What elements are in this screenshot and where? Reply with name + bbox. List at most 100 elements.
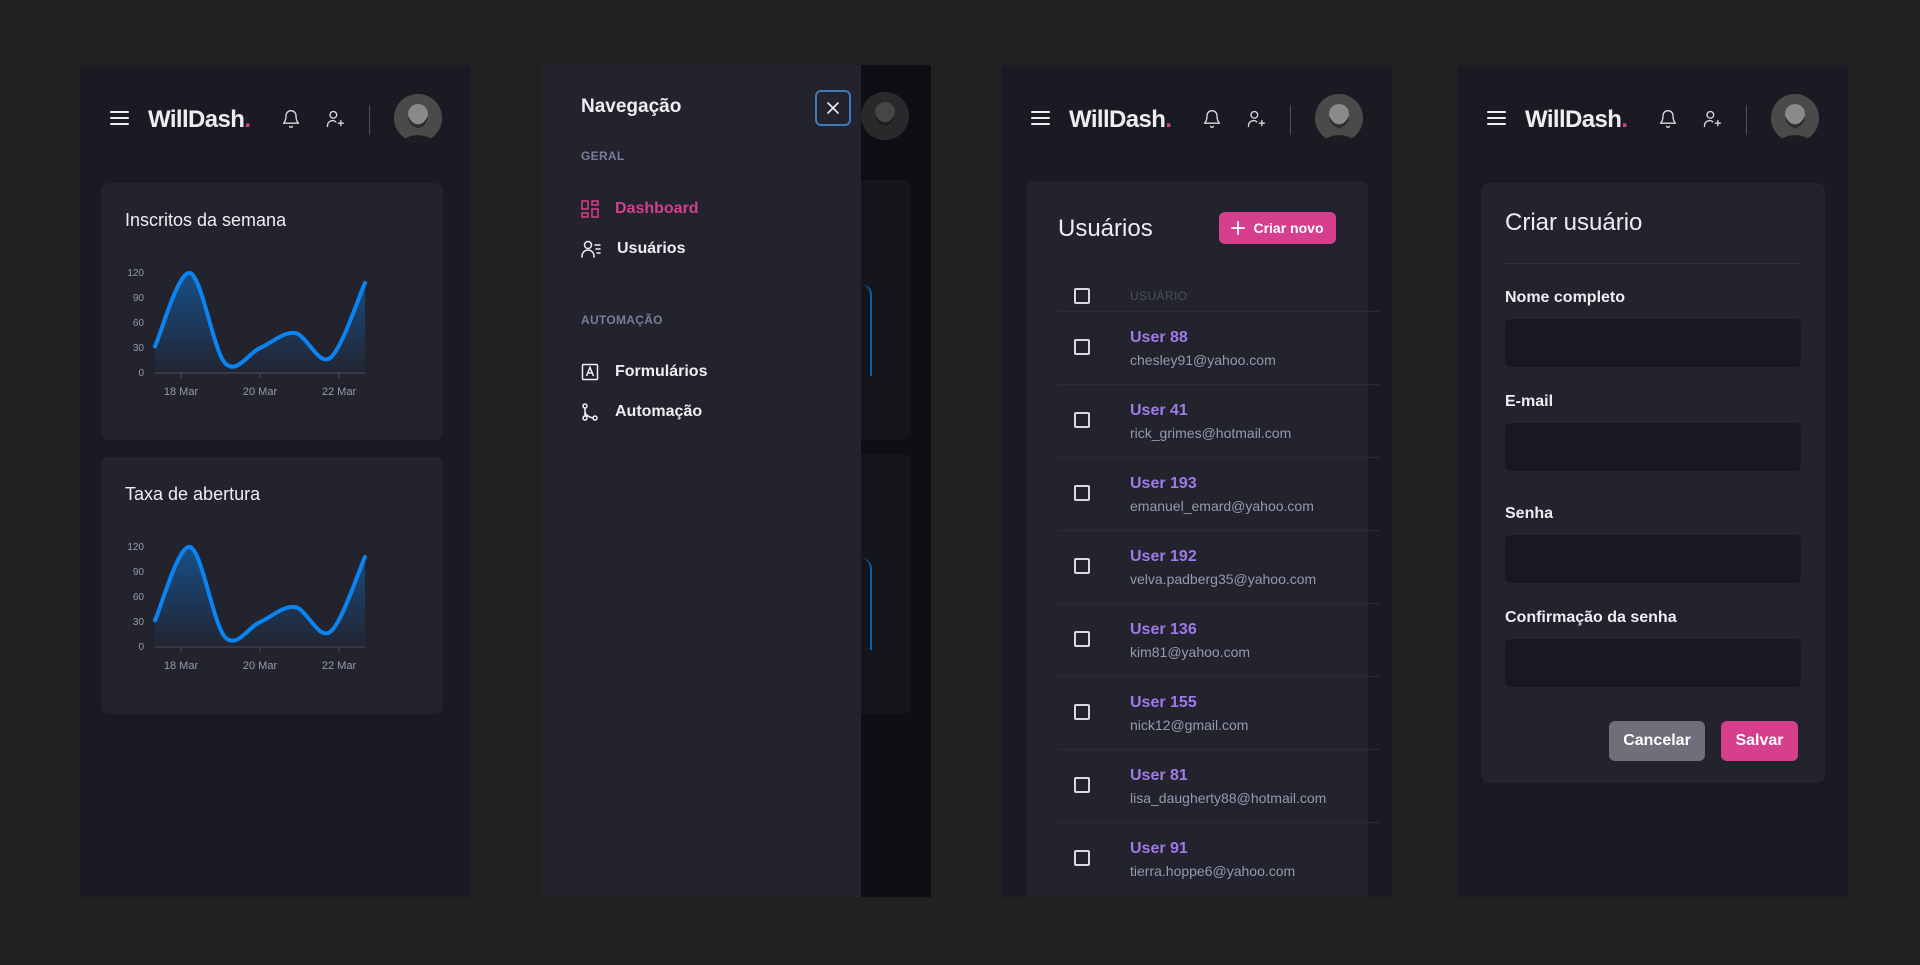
save-label: Salvar xyxy=(1735,732,1784,749)
nav-section-label: GERAL xyxy=(581,149,625,163)
chart-area-fill xyxy=(155,546,365,647)
bell-icon[interactable] xyxy=(1202,109,1222,129)
user-email: nick12@gmail.com xyxy=(1130,717,1249,733)
nav-item-label: Automação xyxy=(615,403,703,420)
row-checkbox[interactable] xyxy=(1074,558,1090,574)
nav-item-users[interactable]: Usuários xyxy=(581,237,685,261)
header-divider xyxy=(1290,105,1291,135)
y-tick-label: 120 xyxy=(127,268,144,279)
form-icon xyxy=(581,363,599,381)
user-name[interactable]: User 136 xyxy=(1130,621,1197,639)
row-checkbox[interactable] xyxy=(1074,777,1090,793)
email-input[interactable] xyxy=(1505,423,1801,471)
table-row[interactable]: User 88 chesley91@yahoo.com xyxy=(1058,311,1379,384)
password-label: Senha xyxy=(1505,505,1554,522)
dashboard-grid-icon xyxy=(581,200,599,218)
logo-dot: . xyxy=(1165,106,1172,133)
table-row[interactable]: User 81 lisa_daugherty88@hotmail.com xyxy=(1058,749,1379,822)
logo-dot: . xyxy=(244,106,251,133)
nav-item-automation[interactable]: Automação xyxy=(581,400,702,424)
password-confirm-input[interactable] xyxy=(1505,639,1801,687)
logo-text: WillDash xyxy=(148,106,245,133)
row-checkbox[interactable] xyxy=(1074,704,1090,720)
user-name[interactable]: User 81 xyxy=(1130,767,1188,785)
dashboard-screen: WillDash. Inscritos da semana 0 30 60 90 120… xyxy=(80,65,471,897)
header: WillDash. xyxy=(80,93,471,149)
table-row[interactable]: User 193 emanuel_emard@yahoo.com xyxy=(1058,457,1379,530)
header: WillDash. xyxy=(1001,93,1392,149)
header-divider xyxy=(1746,105,1747,135)
table-row[interactable]: User 192 velva.padberg35@yahoo.com xyxy=(1058,530,1379,603)
table-row[interactable]: User 155 nick12@gmail.com xyxy=(1058,676,1379,749)
create-user-screen: WillDash. Criar usuário Nome completo E-… xyxy=(1457,65,1848,897)
users-list-icon xyxy=(581,240,601,258)
bell-icon[interactable] xyxy=(1658,109,1678,129)
user-name[interactable]: User 41 xyxy=(1130,402,1188,420)
logo-dot: . xyxy=(1621,106,1628,133)
area-chart: 0 30 60 90 120 18 Mar 20 Mar 22 Mar xyxy=(127,268,367,398)
user-name[interactable]: User 88 xyxy=(1130,329,1188,347)
nav-item-label: Dashboard xyxy=(615,200,699,217)
backdrop-chart-ghost xyxy=(861,284,872,376)
column-header-user: USUÁRIO xyxy=(1130,289,1188,303)
user-email: chesley91@yahoo.com xyxy=(1130,352,1276,368)
nav-item-dashboard[interactable]: Dashboard xyxy=(581,197,699,221)
y-tick-label: 0 xyxy=(138,642,144,653)
menu-icon[interactable] xyxy=(110,110,130,126)
nav-item-label: Usuários xyxy=(617,240,686,257)
create-user-card: Criar usuário Nome completo E-mail Senha… xyxy=(1481,183,1825,783)
avatar[interactable] xyxy=(1771,94,1819,142)
form-divider xyxy=(1505,263,1801,264)
user-plus-icon[interactable] xyxy=(1246,109,1266,129)
backdrop-overlay[interactable] xyxy=(861,65,931,897)
email-label: E-mail xyxy=(1505,393,1554,410)
row-checkbox[interactable] xyxy=(1074,631,1090,647)
avatar-image xyxy=(394,94,442,142)
avatar-image xyxy=(861,92,909,140)
bell-icon[interactable] xyxy=(281,109,301,129)
x-tick-label: 20 Mar xyxy=(243,660,278,672)
nav-drawer: Navegação GERAL Dashboard Usuários AUTOM… xyxy=(541,65,861,897)
user-name[interactable]: User 193 xyxy=(1130,475,1197,493)
git-branch-icon xyxy=(582,403,598,421)
y-tick-label: 30 xyxy=(133,343,145,354)
drawer-title: Navegação xyxy=(581,96,682,117)
logo-text: WillDash xyxy=(1069,106,1166,133)
menu-icon[interactable] xyxy=(1487,110,1507,126)
table-row[interactable]: User 91 tierra.hoppe6@yahoo.com xyxy=(1058,822,1379,895)
header-divider xyxy=(369,105,370,135)
select-all-checkbox[interactable] xyxy=(1074,288,1090,304)
close-icon xyxy=(827,102,839,114)
y-tick-label: 30 xyxy=(133,617,145,628)
menu-icon[interactable] xyxy=(1031,110,1051,126)
user-name[interactable]: User 91 xyxy=(1130,840,1188,858)
users-card: Usuários Criar novo USUÁRIO User 88 chesl… xyxy=(1026,181,1379,897)
table-row[interactable]: User 136 kim81@yahoo.com xyxy=(1058,603,1379,676)
close-button[interactable] xyxy=(815,90,851,126)
form-title: Criar usuário xyxy=(1505,209,1643,236)
x-tick-label: 18 Mar xyxy=(164,660,199,672)
create-user-button[interactable]: Criar novo xyxy=(1219,212,1336,244)
avatar[interactable] xyxy=(394,94,442,142)
cancel-label: Cancelar xyxy=(1623,732,1691,749)
row-checkbox[interactable] xyxy=(1074,339,1090,355)
user-name[interactable]: User 192 xyxy=(1130,548,1197,566)
avatar[interactable] xyxy=(1315,94,1363,142)
nav-item-forms[interactable]: Formulários xyxy=(581,360,707,384)
user-plus-icon[interactable] xyxy=(1702,109,1722,129)
user-plus-icon[interactable] xyxy=(325,109,345,129)
save-button[interactable]: Salvar xyxy=(1721,721,1798,761)
y-tick-label: 60 xyxy=(133,592,145,603)
user-name[interactable]: User 155 xyxy=(1130,694,1197,712)
row-checkbox[interactable] xyxy=(1074,412,1090,428)
plus-icon xyxy=(1231,221,1246,235)
logo: WillDash. xyxy=(148,106,251,134)
row-checkbox[interactable] xyxy=(1074,485,1090,501)
full-name-input[interactable] xyxy=(1505,319,1801,367)
row-checkbox[interactable] xyxy=(1074,850,1090,866)
table-row[interactable]: User 41 rick_grimes@hotmail.com xyxy=(1058,384,1379,457)
password-input[interactable] xyxy=(1505,535,1801,583)
cancel-button[interactable]: Cancelar xyxy=(1609,721,1705,761)
y-tick-label: 90 xyxy=(133,567,145,578)
page-title: Usuários xyxy=(1058,215,1153,242)
